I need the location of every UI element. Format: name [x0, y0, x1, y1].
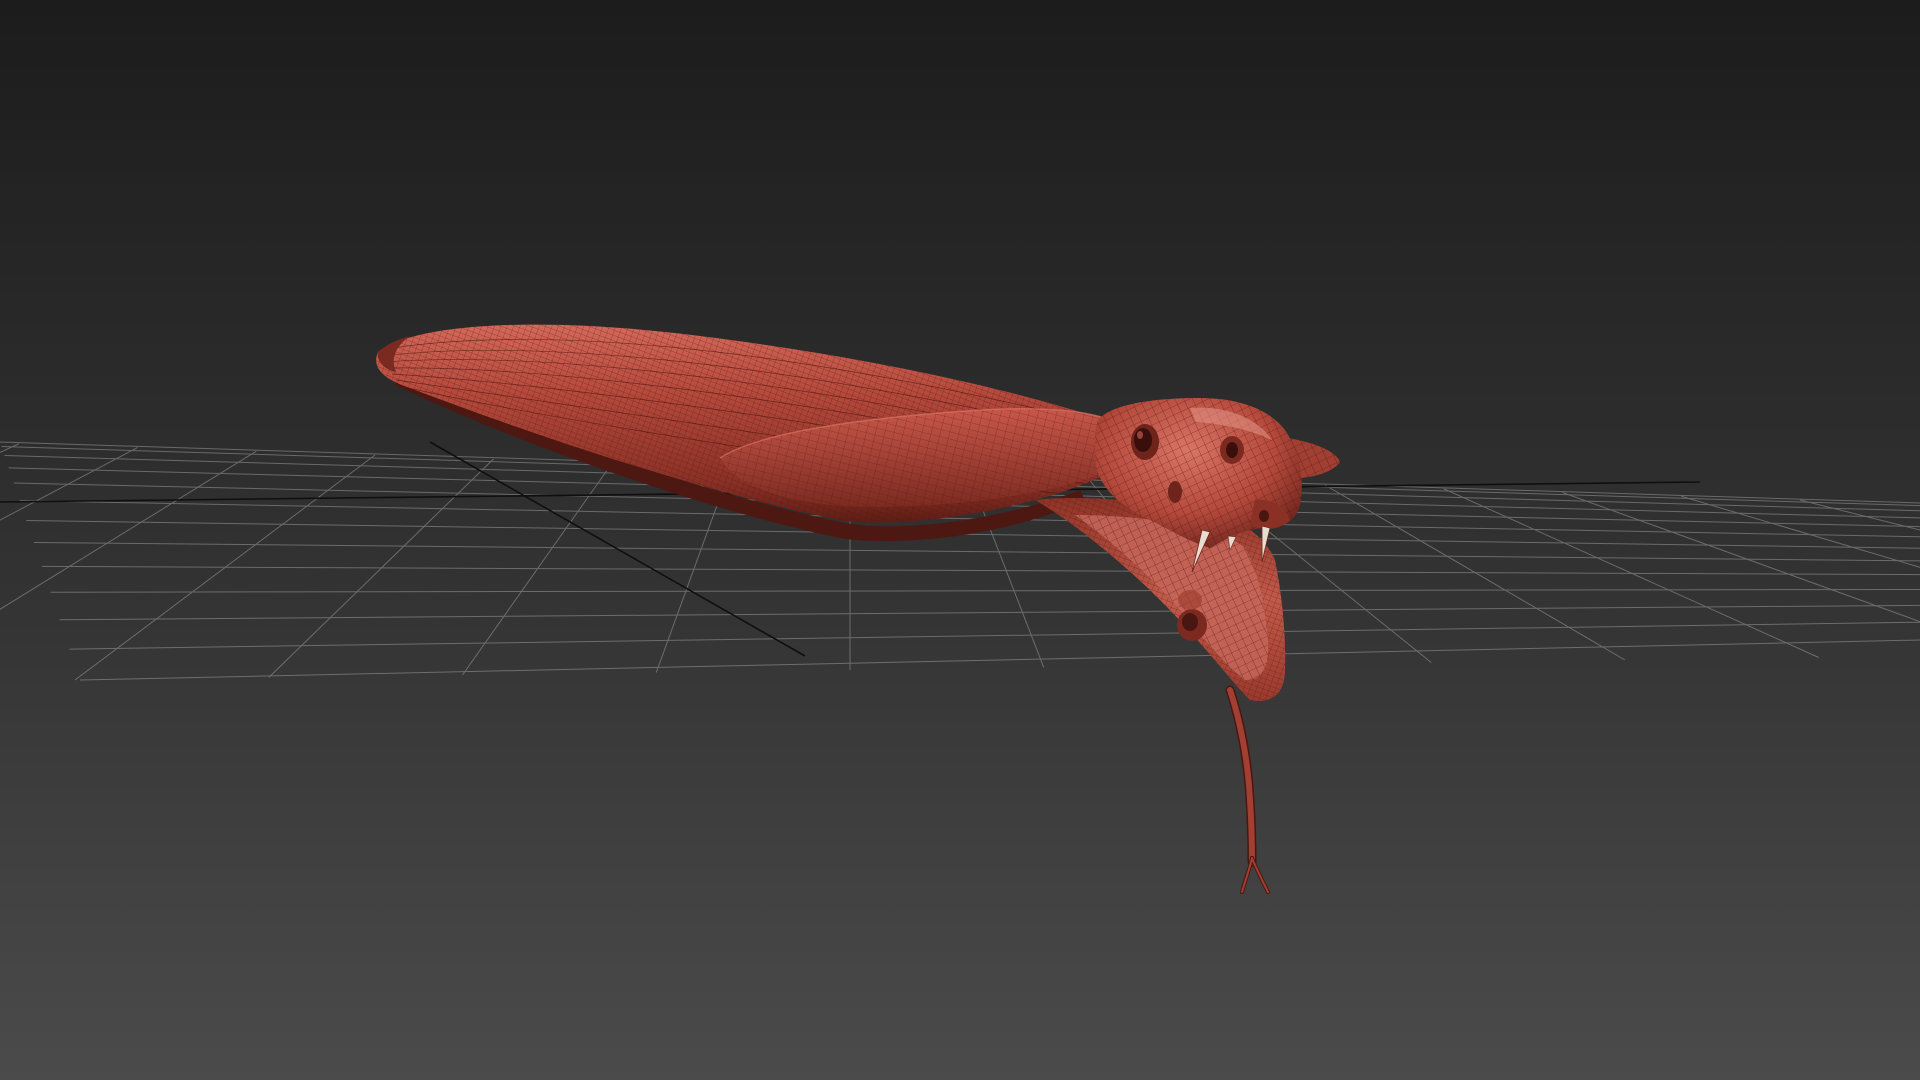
viewport-background: [0, 0, 1920, 1080]
3d-viewport[interactable]: [0, 0, 1920, 1080]
snake-eye-right: [1220, 436, 1244, 464]
snake-nostril: [1168, 481, 1182, 503]
snake-eye-left: [1131, 424, 1159, 460]
snake-glottis-lower: [1178, 590, 1202, 610]
snake-glottis-opening: [1182, 613, 1198, 631]
viewport-canvas[interactable]: [0, 0, 1920, 1080]
